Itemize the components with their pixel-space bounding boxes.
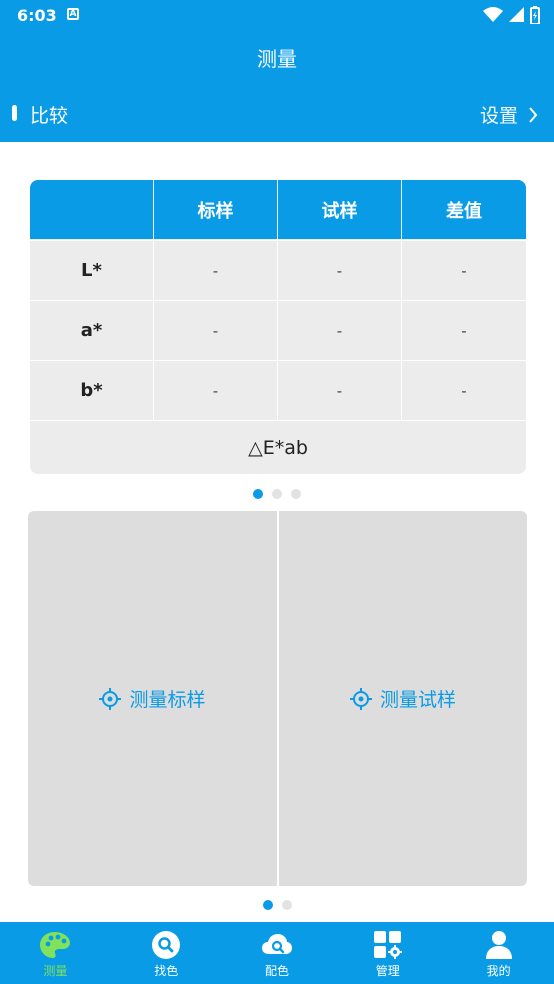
wifi-icon bbox=[483, 7, 503, 22]
nav-label: 找色 bbox=[154, 964, 179, 978]
signal-icon bbox=[509, 7, 524, 22]
nav-label: 我的 bbox=[486, 964, 511, 978]
diff-value: - bbox=[461, 261, 467, 280]
measure-sample-button[interactable]: 测量试样 bbox=[279, 511, 527, 886]
crosshair-icon bbox=[99, 687, 122, 710]
table-pager bbox=[0, 489, 554, 499]
standard-value: - bbox=[154, 361, 278, 420]
palette-icon bbox=[40, 932, 71, 958]
sample-value: - bbox=[278, 361, 402, 420]
status-bar: 6:03 A bbox=[0, 0, 554, 30]
page-title: 测量 bbox=[257, 47, 297, 71]
diff-value: - bbox=[461, 381, 467, 400]
pager-dot[interactable] bbox=[262, 900, 273, 910]
cloud-search-icon bbox=[261, 934, 292, 954]
sample-value: - bbox=[278, 241, 402, 300]
table-row: b* - - - bbox=[30, 360, 526, 420]
crosshair-icon bbox=[349, 687, 372, 710]
header-cell-standard: 标样 bbox=[154, 180, 278, 239]
nav-item-find-color[interactable]: 找色 bbox=[111, 922, 222, 984]
header-cell-empty bbox=[30, 180, 154, 239]
battery-icon bbox=[530, 6, 540, 24]
row-label: b* bbox=[30, 361, 154, 420]
pager-dot[interactable] bbox=[272, 489, 282, 499]
nav-item-profile[interactable]: 我的 bbox=[443, 922, 554, 984]
bottom-nav: 测量 找色 配色 管理 我的 bbox=[0, 922, 554, 984]
nav-item-color-match[interactable]: 配色 bbox=[222, 922, 333, 984]
settings-button[interactable]: 设置 bbox=[480, 101, 538, 128]
header-cell-diff: 差值 bbox=[446, 200, 482, 222]
header-cell-sample: 试样 bbox=[278, 180, 402, 239]
measure-pager bbox=[0, 900, 554, 910]
status-time: 6:03 bbox=[17, 6, 57, 25]
delta-e-row: △E*ab bbox=[30, 420, 526, 474]
table-row: L* - - - bbox=[30, 240, 526, 300]
compare-label: 比较 bbox=[30, 105, 69, 127]
standard-value: - bbox=[154, 301, 278, 360]
grid-gear-icon bbox=[373, 931, 402, 959]
diff-value: - bbox=[461, 321, 467, 340]
nav-label: 测量 bbox=[43, 964, 68, 978]
measure-sample-label: 测量试样 bbox=[379, 689, 456, 711]
measure-standard-button[interactable]: 测量标样 bbox=[28, 511, 277, 886]
row-label: L* bbox=[30, 241, 154, 300]
color-diff-table: 标样 试样 差值 L* - - - a* - - - b* - - - △E*a… bbox=[30, 180, 526, 474]
measure-panels: 测量标样 测量试样 bbox=[28, 511, 527, 886]
pager-dot[interactable] bbox=[291, 489, 301, 499]
table-row: a* - - - bbox=[30, 300, 526, 360]
nav-label: 配色 bbox=[264, 964, 289, 978]
chevron-right-icon bbox=[529, 106, 538, 123]
search-icon bbox=[152, 931, 181, 959]
status-icons bbox=[483, 6, 540, 24]
pager-dot[interactable] bbox=[281, 900, 292, 910]
compare-indicator bbox=[12, 105, 17, 121]
user-icon bbox=[485, 931, 512, 959]
standard-value: - bbox=[154, 241, 278, 300]
top-header: 6:03 A 测量 比较 设置 bbox=[0, 0, 554, 142]
pager-dot[interactable] bbox=[253, 489, 263, 499]
nav-item-manage[interactable]: 管理 bbox=[332, 922, 443, 984]
notification-icon: A bbox=[67, 8, 79, 20]
nav-item-measure[interactable]: 测量 bbox=[0, 922, 111, 984]
table-header: 标样 试样 差值 bbox=[30, 180, 526, 239]
compare-row: 比较 设置 bbox=[0, 94, 554, 134]
sample-value: - bbox=[278, 301, 402, 360]
settings-label: 设置 bbox=[479, 105, 518, 127]
nav-label: 管理 bbox=[375, 964, 400, 978]
row-label: a* bbox=[30, 301, 154, 360]
measure-standard-label: 测量标样 bbox=[129, 689, 206, 711]
